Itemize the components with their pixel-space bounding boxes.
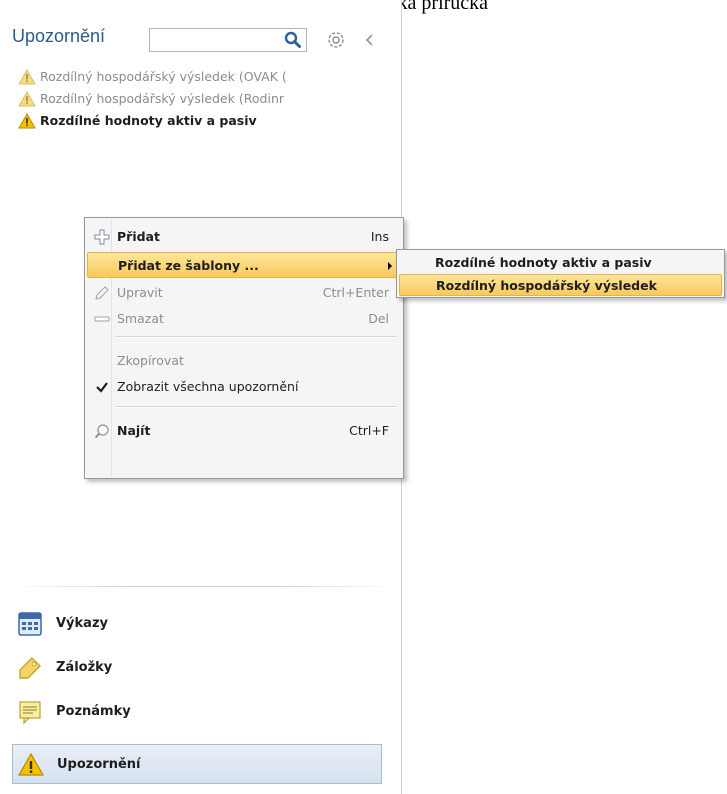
warning-icon [18,69,36,85]
alert-list: Rozdílný hospodářský výsledek (OVAK ( Ro… [18,66,398,132]
nav-item-vykazy[interactable]: Výkazy [12,604,382,644]
alert-item[interactable]: Rozdílný hospodářský výsledek (Rodinr [18,88,398,110]
nav-label: Upozornění [57,757,141,772]
nav-item-poznamky[interactable]: Poznámky [12,692,382,732]
magnifier-icon [94,424,109,439]
gear-icon[interactable] [326,30,346,50]
menu-item-copy[interactable]: Zkopírovat [87,348,401,374]
menu-item-label: Přidat [117,229,160,244]
submenu-item-label: Rozdílný hospodářský výsledek [436,278,657,293]
note-icon [19,701,41,725]
report-table-icon [18,612,42,636]
menu-item-shortcut: Ctrl+F [349,423,389,438]
alert-label: Rozdílný hospodářský výsledek (OVAK ( [40,69,287,84]
menu-item-shortcut: Ins [370,229,389,244]
warning-icon [17,752,45,776]
bookmark-tag-icon [19,657,41,679]
menu-item-label: Přidat ze šablony ... [118,258,259,273]
warning-icon [18,91,36,107]
menu-item-label: Zobrazit všechna upozornění [117,379,299,394]
panel-title: Upozornění [12,26,106,46]
submenu-item-label: Rozdílné hodnoty aktiv a pasiv [435,255,652,270]
menu-item-shortcut: Del [368,311,389,326]
menu-item-shortcut: Ctrl+Enter [322,285,389,300]
submenu-item-assets-liabilities[interactable]: Rozdílné hodnoty aktiv a pasiv [399,252,722,274]
menu-item-delete[interactable]: Smazat Del [87,306,401,332]
submenu-arrow-icon [388,262,392,270]
nav-label: Výkazy [56,616,108,631]
pencil-icon [95,286,109,300]
search-input[interactable] [152,31,282,51]
plus-icon [94,229,110,245]
menu-item-edit[interactable]: Upravit Ctrl+Enter [87,280,401,306]
alert-item[interactable]: Rozdílný hospodářský výsledek (OVAK ( [18,66,398,88]
nav-label: Záložky [56,660,113,675]
menu-separator [115,406,397,408]
search-icon[interactable] [284,31,302,49]
menu-item-add-from-template[interactable]: Přidat ze šablony ... [87,252,401,278]
template-submenu: Rozdílné hodnoty aktiv a pasiv Rozdílný … [396,249,725,298]
menu-item-label: Smazat [117,311,164,326]
menu-item-label: Najít [117,423,151,438]
alert-label: Rozdílný hospodářský výsledek (Rodinr [40,91,285,106]
menu-item-show-all-alerts[interactable]: Zobrazit všechna upozornění [87,374,401,400]
menu-item-find[interactable]: Najít Ctrl+F [87,418,401,444]
warning-icon [18,113,36,129]
minus-icon [94,316,110,322]
menu-item-label: Upravit [117,285,163,300]
nav-item-zalozky[interactable]: Záložky [12,648,382,688]
menu-separator [115,336,397,338]
submenu-item-economic-result[interactable]: Rozdílný hospodářský výsledek [399,274,722,296]
menu-item-label: Zkopírovat [117,353,184,368]
checkmark-icon [96,382,108,393]
nav-label: Poznámky [56,704,131,719]
panel-header: Upozornění [0,24,401,58]
context-menu: Přidat Ins Přidat ze šablony ... Upravit… [84,217,404,479]
alert-item[interactable]: Rozdílné hodnoty aktiv a pasiv [18,110,398,132]
nav-item-upozorneni[interactable]: Upozornění [12,744,382,784]
collapse-left-icon[interactable] [360,30,380,50]
nav-divider [14,586,394,587]
alert-label: Rozdílné hodnoty aktiv a pasiv [40,113,257,128]
search-box[interactable] [149,28,307,52]
menu-item-add[interactable]: Přidat Ins [87,224,401,250]
